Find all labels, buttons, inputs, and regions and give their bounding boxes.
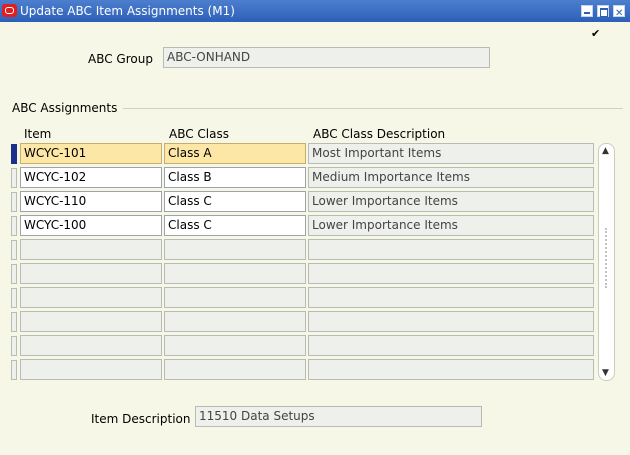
abc-class-cell[interactable]: Class C bbox=[164, 215, 306, 236]
maximize-icon[interactable] bbox=[597, 5, 609, 17]
item-cell[interactable]: WCYC-101 bbox=[20, 143, 162, 164]
abc-class-cell[interactable] bbox=[164, 263, 306, 284]
abc-class-cell[interactable]: Class A bbox=[164, 143, 306, 164]
abc-class-cell[interactable] bbox=[164, 359, 306, 380]
item-description-label: Item Description bbox=[91, 412, 191, 426]
window-title-bar: Update ABC Item Assignments (M1) bbox=[0, 0, 630, 25]
scroll-down-icon[interactable]: ▼ bbox=[602, 368, 609, 378]
row-indicator[interactable] bbox=[11, 288, 17, 308]
abc-class-cell[interactable]: Class C bbox=[164, 191, 306, 212]
abc-class-description-cell: Lower Importance Items bbox=[308, 191, 594, 212]
item-cell[interactable] bbox=[20, 287, 162, 308]
scroll-grip[interactable] bbox=[605, 228, 609, 288]
row-indicator[interactable] bbox=[11, 240, 17, 260]
item-cell[interactable] bbox=[20, 239, 162, 260]
abc-class-cell[interactable] bbox=[164, 311, 306, 332]
row-indicator[interactable] bbox=[11, 360, 17, 380]
item-cell[interactable] bbox=[20, 311, 162, 332]
abc-class-description-column-header: ABC Class Description bbox=[313, 127, 446, 141]
abc-class-column-header: ABC Class bbox=[169, 127, 229, 141]
item-cell[interactable]: WCYC-110 bbox=[20, 191, 162, 212]
abc-class-description-cell: Most Important Items bbox=[308, 143, 594, 164]
abc-class-description-cell bbox=[308, 263, 594, 284]
close-icon[interactable] bbox=[613, 3, 625, 25]
item-cell[interactable] bbox=[20, 335, 162, 356]
abc-assignments-section-title: ABC Assignments bbox=[12, 101, 118, 115]
abc-class-cell[interactable]: Class B bbox=[164, 167, 306, 188]
abc-group-field[interactable]: ABC-ONHAND bbox=[163, 47, 490, 68]
item-cell[interactable] bbox=[20, 263, 162, 284]
row-indicator[interactable] bbox=[11, 336, 17, 356]
row-indicator[interactable] bbox=[11, 192, 17, 212]
row-indicator[interactable] bbox=[11, 144, 17, 164]
abc-class-cell[interactable] bbox=[164, 239, 306, 260]
vertical-scrollbar[interactable]: ▲ ▼ bbox=[598, 143, 615, 381]
abc-class-cell[interactable] bbox=[164, 335, 306, 356]
abc-class-description-cell bbox=[308, 239, 594, 260]
abc-class-description-cell bbox=[308, 287, 594, 308]
row-indicator[interactable] bbox=[11, 264, 17, 284]
abc-class-description-cell bbox=[308, 311, 594, 332]
item-description-field: 11510 Data Setups bbox=[195, 406, 482, 427]
section-divider bbox=[123, 108, 623, 109]
abc-class-description-cell bbox=[308, 335, 594, 356]
abc-class-description-cell: Medium Importance Items bbox=[308, 167, 594, 188]
abc-class-description-cell bbox=[308, 359, 594, 380]
abc-group-label: ABC Group bbox=[88, 52, 153, 66]
item-cell[interactable]: WCYC-102 bbox=[20, 167, 162, 188]
abc-class-description-cell: Lower Importance Items bbox=[308, 215, 594, 236]
oracle-app-icon bbox=[2, 4, 17, 17]
checkmark-icon: ✔ bbox=[591, 27, 601, 40]
item-column-header: Item bbox=[24, 127, 52, 141]
row-indicator[interactable] bbox=[11, 168, 17, 188]
row-indicator[interactable] bbox=[11, 216, 17, 236]
window-title: Update ABC Item Assignments (M1) bbox=[20, 4, 235, 18]
scroll-up-icon[interactable]: ▲ bbox=[602, 146, 609, 156]
abc-class-cell[interactable] bbox=[164, 287, 306, 308]
item-cell[interactable]: WCYC-100 bbox=[20, 215, 162, 236]
minimize-icon[interactable] bbox=[581, 5, 593, 17]
row-indicator[interactable] bbox=[11, 312, 17, 332]
item-cell[interactable] bbox=[20, 359, 162, 380]
